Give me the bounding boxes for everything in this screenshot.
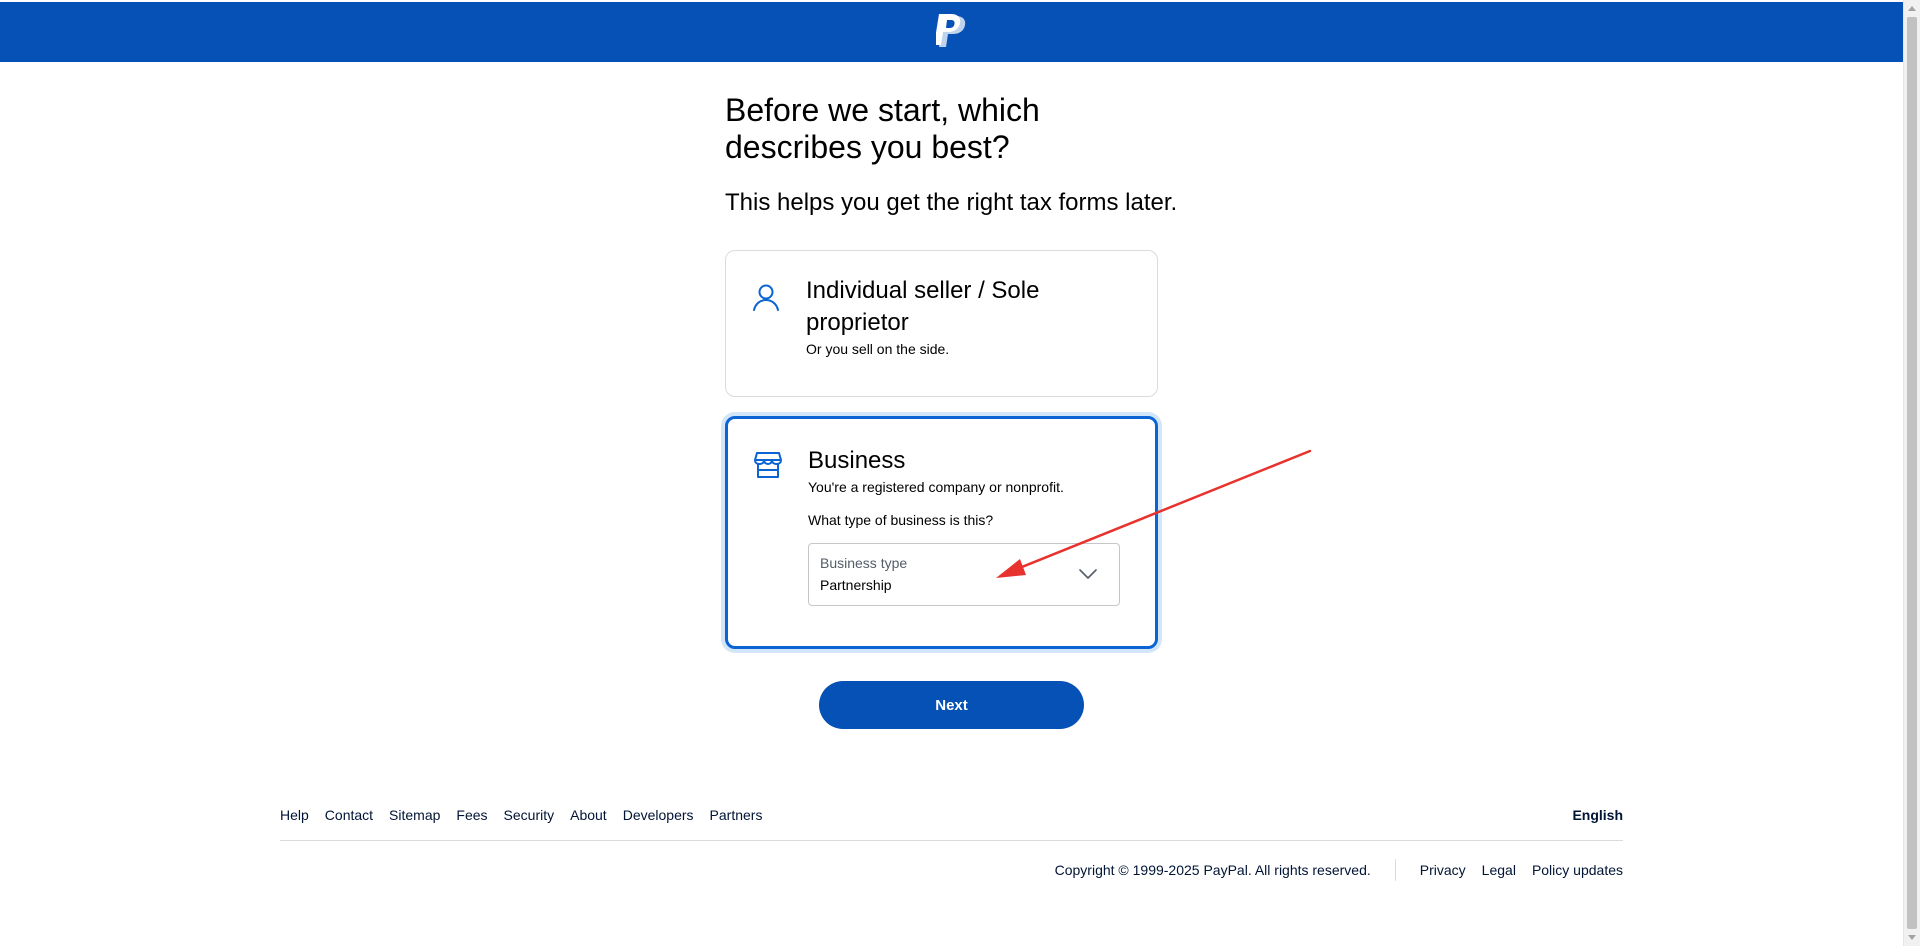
footer-link-security[interactable]: Security [504, 806, 555, 824]
individual-option-title: Individual seller / Sole proprietor [806, 277, 1040, 336]
header-bar [0, 2, 1903, 62]
page-scrollbar[interactable] [1903, 0, 1920, 946]
footer-link-partners[interactable]: Partners [710, 806, 763, 824]
footer-nav: Help Contact Sitemap Fees Security About… [280, 806, 778, 824]
footer-link-legal[interactable]: Legal [1482, 861, 1516, 879]
business-type-value: Partnership [820, 577, 892, 593]
individual-seller-option[interactable]: Individual seller / Sole proprietor Or y… [725, 250, 1158, 397]
footer-link-about[interactable]: About [570, 806, 607, 824]
footer-link-policy-updates[interactable]: Policy updates [1532, 861, 1623, 879]
footer-link-developers[interactable]: Developers [623, 806, 694, 824]
footer-divider [280, 840, 1623, 841]
footer-link-fees[interactable]: Fees [456, 806, 487, 824]
main-content: Before we start, which describes you bes… [725, 92, 1185, 218]
person-icon [753, 284, 779, 311]
copyright-text: Copyright © 1999-2025 PayPal. All rights… [1054, 862, 1371, 878]
page-subtitle: This helps you get the right tax forms l… [725, 189, 1178, 216]
language-selector[interactable]: English [1572, 806, 1623, 824]
footer-separator [1394, 859, 1396, 881]
scrollbar-thumb[interactable] [1907, 17, 1917, 929]
scroll-up-arrow-icon[interactable] [1908, 6, 1916, 11]
individual-option-description: Or you sell on the side. [806, 341, 950, 357]
annotation-arrow-icon [996, 449, 1312, 578]
footer-bottom: Copyright © 1999-2025 PayPal. All rights… [1055, 859, 1623, 881]
storefront-icon [754, 452, 782, 478]
footer-link-contact[interactable]: Contact [325, 806, 373, 824]
business-type-label: Business type [820, 555, 908, 571]
business-option-title: Business [808, 447, 906, 474]
footer-link-privacy[interactable]: Privacy [1420, 861, 1466, 879]
footer-link-sitemap[interactable]: Sitemap [389, 806, 440, 824]
page-title: Before we start, which describes you bes… [725, 92, 1040, 165]
footer-link-help[interactable]: Help [280, 806, 309, 824]
paypal-logo-icon[interactable] [936, 14, 970, 52]
business-type-question: What type of business is this? [808, 512, 994, 528]
scroll-down-arrow-icon[interactable] [1908, 935, 1916, 940]
next-button[interactable]: Next [819, 681, 1084, 729]
